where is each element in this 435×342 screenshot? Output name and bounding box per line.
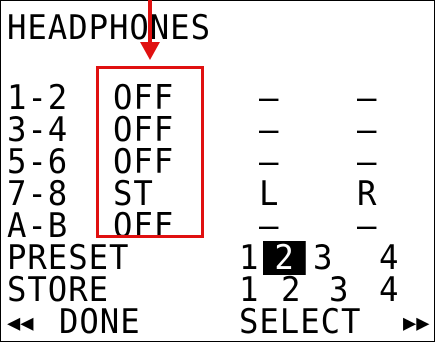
select-softkey[interactable]: SELECT <box>239 305 361 339</box>
arrow-shaft <box>148 0 152 44</box>
fast-forward-icon[interactable]: ▶▶ <box>403 313 430 335</box>
channel-right-a-b: – <box>357 206 378 246</box>
arrow-down-icon <box>140 42 160 60</box>
highlight-box <box>96 66 204 238</box>
store-option-4[interactable]: 4 <box>379 273 399 307</box>
rewind-icon[interactable]: ◀◀ <box>7 313 34 335</box>
done-softkey[interactable]: DONE <box>59 305 141 339</box>
lcd-screen: HEADPHONES 1-2 OFF – – 3-4 OFF – – 5-6 O… <box>0 0 435 342</box>
screen-title: HEADPHONES <box>7 8 211 48</box>
